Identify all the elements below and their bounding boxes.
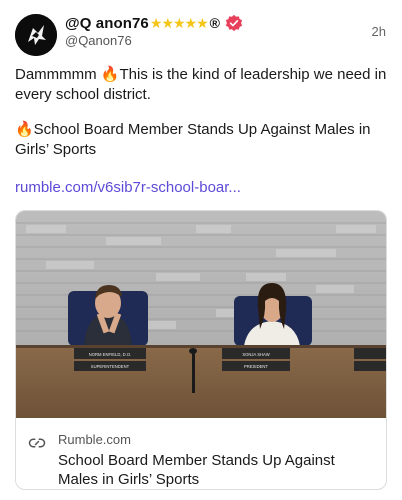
avatar-icon [15,14,57,56]
card-title[interactable]: School Board Member Stands Up Against Ma… [58,451,378,489]
verified-badge-icon [225,14,243,32]
nameplate-right-name: SONJA SHAW [242,352,269,357]
user-handle[interactable]: @Qanon76 [65,33,132,48]
post-card: @Q anon76 ★★★★★ ® @Qanon76 2h Dammmmm 🔥T… [0,0,402,500]
star-icons: ★★★★★ [149,14,209,31]
post-link[interactable]: rumble.com/v6sib7r-school-boar... [15,178,241,198]
display-name[interactable]: @Q anon76 [65,15,149,32]
card-domain: Rumble.com [58,432,131,447]
link-preview-card[interactable]: NORM ENFIELD, D.O. SUPERINTENDENT SONJA … [15,210,387,490]
author-row: @Q anon76 ★★★★★ ® [65,12,243,34]
preview-image[interactable]: NORM ENFIELD, D.O. SUPERINTENDENT SONJA … [16,211,386,418]
post-text-paragraph-2: 🔥School Board Member Stands Up Against M… [15,121,371,158]
link-icon [28,434,46,452]
avatar[interactable] [15,14,57,56]
card-meta: Rumble.com School Board Member Stands Up… [16,418,386,489]
nameplate-right-role: PRESIDENT [244,364,268,369]
registered-mark: ® [209,15,220,31]
nameplate-left-name: NORM ENFIELD, D.O. [89,352,132,357]
post-time[interactable]: 2h [372,24,386,39]
nameplate-left-role: SUPERINTENDENT [91,364,130,369]
post-text-paragraph-1: Dammmmm 🔥This is the kind of leadership … [15,66,387,103]
